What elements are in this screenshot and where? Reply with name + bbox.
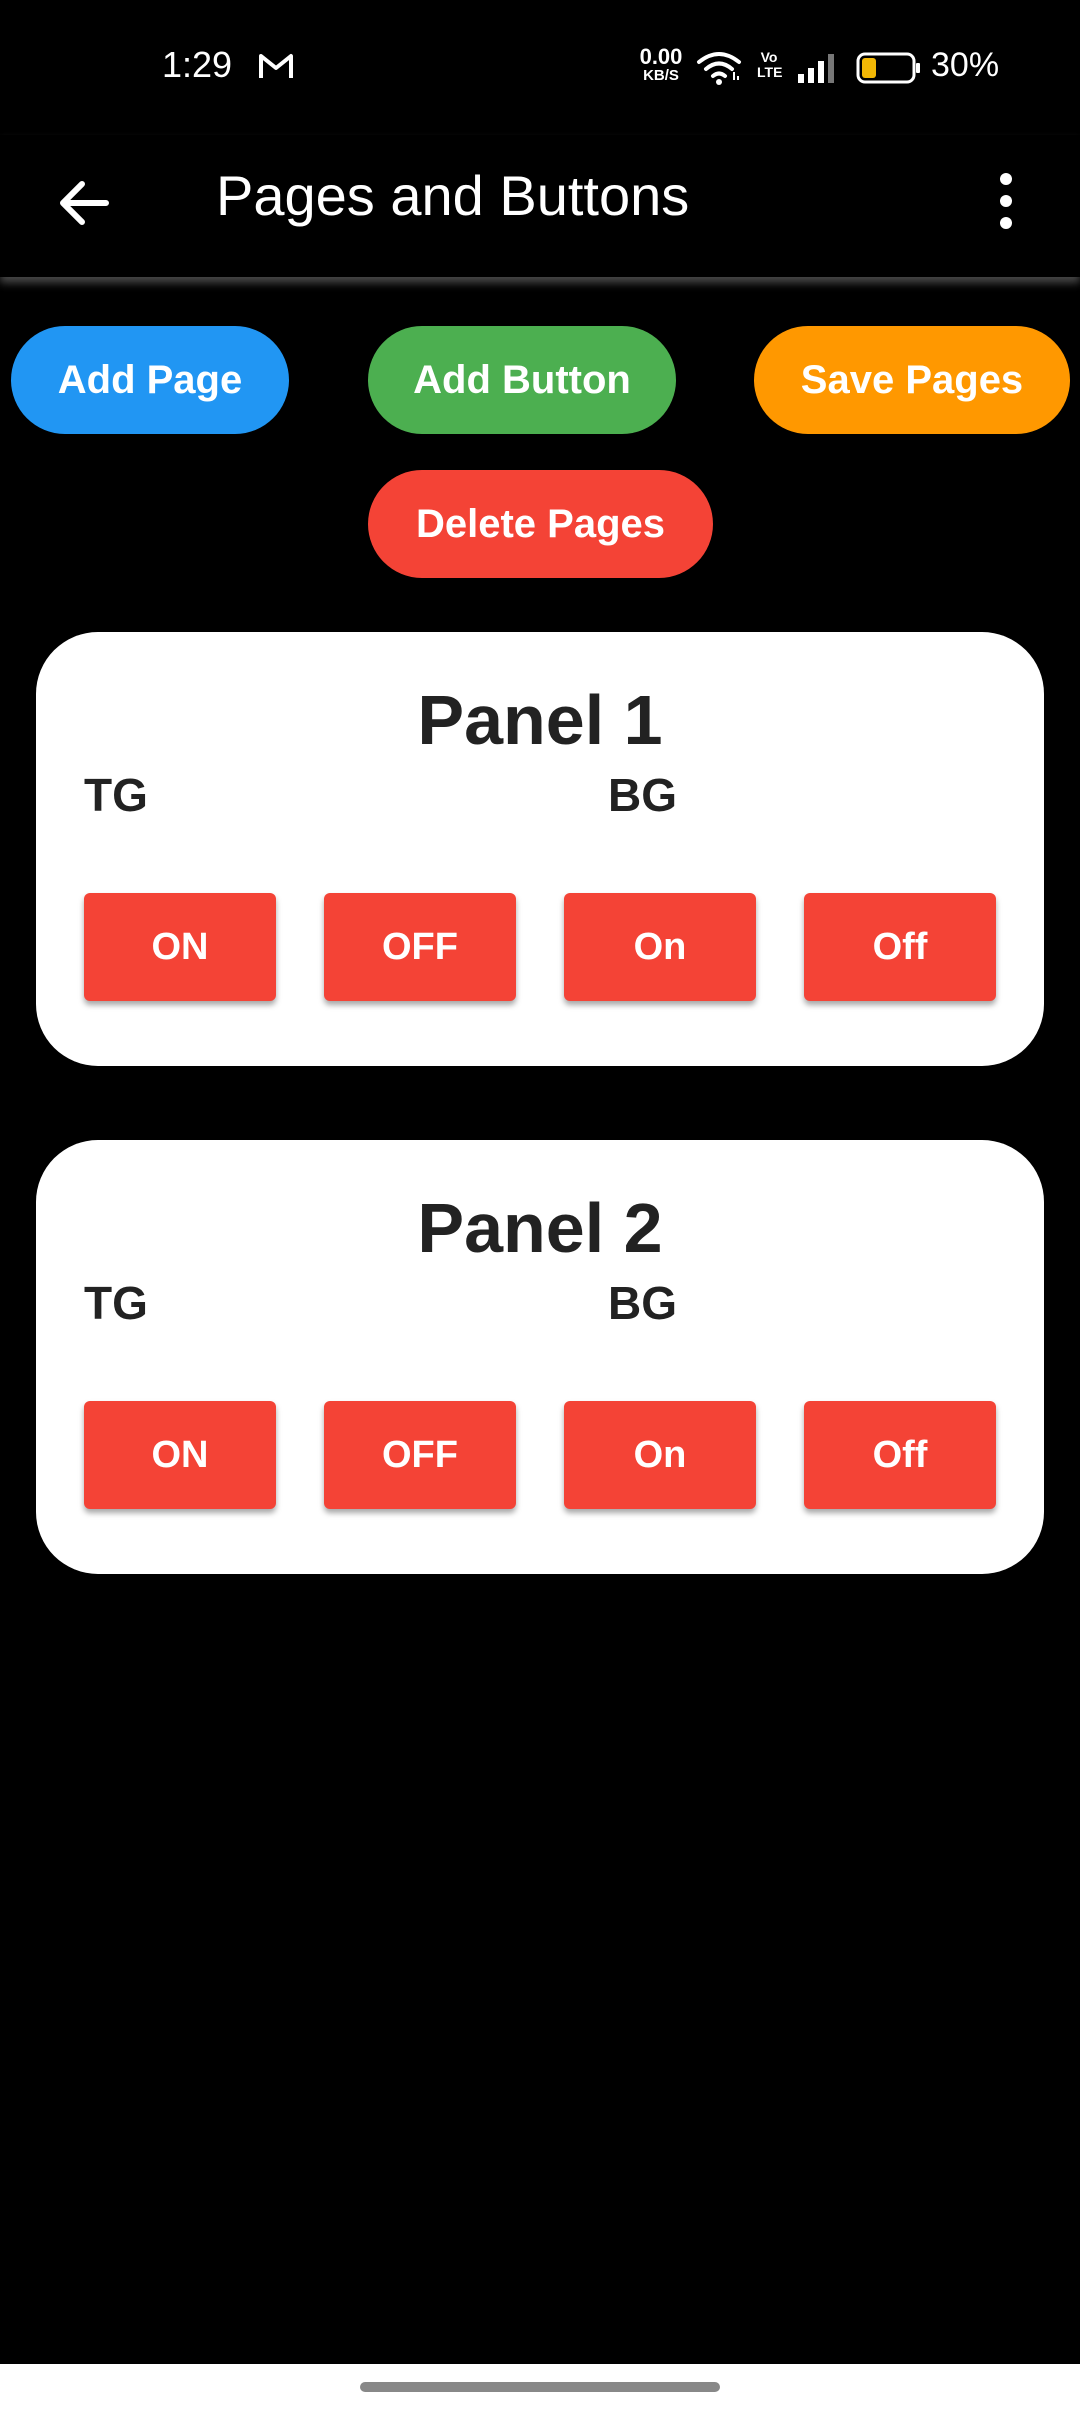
tg-on-button[interactable]: ON xyxy=(84,1401,276,1509)
signal-icon xyxy=(798,54,834,83)
group-label-bg: BG xyxy=(608,1277,677,1329)
navigation-bar xyxy=(0,2364,1080,2412)
bg-on-button[interactable]: On xyxy=(564,1401,756,1509)
status-bar: 1:29 0.00 KB/S Vo LTE 30% xyxy=(0,0,1080,135)
status-time: 1:29 xyxy=(162,44,233,85)
save-pages-button[interactable]: Save Pages xyxy=(754,326,1070,434)
tg-on-button[interactable]: ON xyxy=(84,893,276,1001)
battery-icon xyxy=(856,52,920,84)
panel-title: Panel 2 xyxy=(417,1189,663,1267)
network-speed: 0.00 KB/S xyxy=(634,44,688,84)
panel-title: Panel 1 xyxy=(417,681,663,759)
add-page-button[interactable]: Add Page xyxy=(11,326,289,434)
group-label-bg: BG xyxy=(608,769,677,821)
more-vert-icon[interactable] xyxy=(986,169,1026,233)
page-title: Pages and Buttons xyxy=(216,164,690,227)
group-label-tg: TG xyxy=(84,769,148,821)
network-speed-unit: KB/S xyxy=(643,67,679,84)
volte-line2: LTE xyxy=(757,64,783,80)
add-button-button[interactable]: Add Button xyxy=(368,326,676,434)
panel-card: Panel 1 TG BG ON OFF On Off xyxy=(36,632,1044,1066)
network-speed-value: 0.00 xyxy=(639,44,683,69)
bg-off-button[interactable]: Off xyxy=(804,1401,996,1509)
wifi-icon xyxy=(697,52,741,85)
app-bar: Pages and Buttons xyxy=(0,135,1080,277)
tg-off-button[interactable]: OFF xyxy=(324,1401,516,1509)
bg-off-button[interactable]: Off xyxy=(804,893,996,1001)
volte-line1: Vo xyxy=(760,49,778,65)
panel-card: Panel 2 TG BG ON OFF On Off xyxy=(36,1140,1044,1574)
tg-off-button[interactable]: OFF xyxy=(324,893,516,1001)
volte-icon: Vo LTE xyxy=(757,49,783,84)
delete-pages-button[interactable]: Delete Pages xyxy=(368,470,713,578)
gmail-icon xyxy=(259,54,293,78)
back-arrow-icon[interactable] xyxy=(54,173,114,233)
home-gesture-handle[interactable] xyxy=(360,2382,720,2392)
bg-on-button[interactable]: On xyxy=(564,893,756,1001)
battery-percent: 30% xyxy=(931,46,1000,84)
group-label-tg: TG xyxy=(84,1277,148,1329)
